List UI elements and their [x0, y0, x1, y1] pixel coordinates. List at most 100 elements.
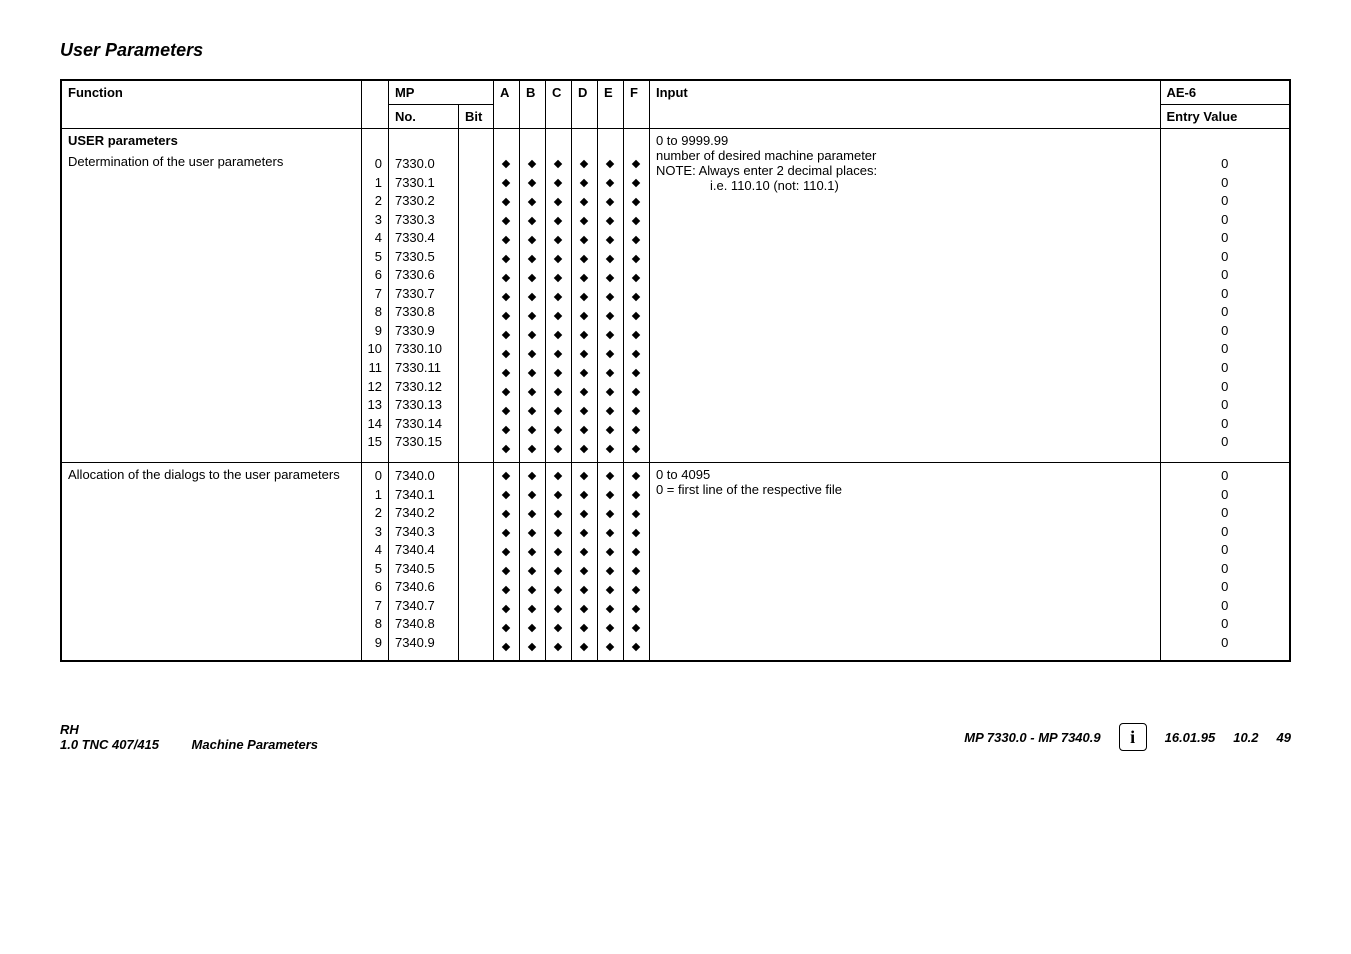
list-item: 0 — [1221, 597, 1228, 615]
diamond-icon — [580, 388, 588, 396]
table-row: Allocation of the dialogs to the user pa… — [61, 463, 1290, 662]
list-item: 7330.1 — [395, 174, 452, 192]
list-item: 9 — [368, 322, 382, 340]
diamond-icon — [632, 388, 640, 396]
diamond-icon — [606, 369, 614, 377]
diamond-icon — [528, 293, 536, 301]
diamond-icon — [554, 567, 562, 575]
diamond-icon — [606, 445, 614, 453]
diamond-icon — [502, 236, 510, 244]
diamond-icon — [554, 179, 562, 187]
diamond-icon — [502, 217, 510, 225]
list-item: 5 — [368, 248, 382, 266]
list-item: 0 — [1221, 359, 1228, 377]
diamond-icon — [528, 529, 536, 537]
diamond-icon — [632, 586, 640, 594]
th-c: C — [545, 80, 571, 129]
th-function: Function — [61, 80, 361, 129]
diamond-icon — [502, 510, 510, 518]
diamond-icon — [606, 331, 614, 339]
diamond-icon — [554, 369, 562, 377]
info-icon: i — [1119, 723, 1147, 751]
list-item: 7330.5 — [395, 248, 452, 266]
diamond-icon — [554, 548, 562, 556]
diamond-icon — [528, 445, 536, 453]
list-item: 0 — [1221, 578, 1228, 596]
diamond-icon — [528, 179, 536, 187]
list-item: 7330.9 — [395, 322, 452, 340]
th-mp: MP — [388, 80, 493, 105]
diamond-icon — [502, 643, 510, 651]
diamond-icon — [580, 624, 588, 632]
list-item: 1 — [368, 486, 382, 504]
diamond-icon — [502, 198, 510, 206]
list-item: 6 — [368, 578, 382, 596]
footer-mp-range: MP 7330.0 - MP 7340.9 — [964, 730, 1100, 745]
diamond-icon — [502, 388, 510, 396]
diamond-icon — [502, 426, 510, 434]
diamond-icon — [632, 624, 640, 632]
diamond-icon — [606, 236, 614, 244]
diamond-icon — [502, 605, 510, 613]
diamond-icon — [632, 274, 640, 282]
diamond-icon — [528, 643, 536, 651]
diamond-icon — [606, 510, 614, 518]
diamond-icon — [580, 369, 588, 377]
list-item: 0 — [1221, 523, 1228, 541]
diamond-icon — [606, 624, 614, 632]
diamond-icon — [580, 198, 588, 206]
diamond-icon — [606, 198, 614, 206]
diamond-icon — [554, 529, 562, 537]
diamond-icon — [580, 548, 588, 556]
list-item: 0 — [1221, 615, 1228, 633]
list-item: 7340.5 — [395, 560, 452, 578]
list-item: 3 — [368, 211, 382, 229]
diamond-icon — [606, 548, 614, 556]
diamond-icon — [580, 567, 588, 575]
list-item: 7 — [368, 285, 382, 303]
list-item: 8 — [368, 303, 382, 321]
list-item: 7330.8 — [395, 303, 452, 321]
th-entry-value: Entry Value — [1160, 105, 1290, 129]
diamond-icon — [502, 624, 510, 632]
diamond-icon — [606, 179, 614, 187]
list-item: 6 — [368, 266, 382, 284]
input-text: 0 to 9999.99 — [656, 133, 1154, 148]
diamond-icon — [580, 445, 588, 453]
list-item: 7340.9 — [395, 634, 452, 652]
page-footer: RH 1.0 TNC 407/415 Machine Parameters MP… — [60, 722, 1291, 752]
diamond-icon — [502, 179, 510, 187]
diamond-icon — [606, 529, 614, 537]
diamond-icon — [502, 350, 510, 358]
list-item: 0 — [1221, 541, 1228, 559]
list-item: 7330.7 — [395, 285, 452, 303]
list-item: 7330.11 — [395, 359, 452, 377]
diamond-icon — [632, 217, 640, 225]
diamond-icon — [580, 529, 588, 537]
diamond-icon — [580, 179, 588, 187]
diamond-icon — [502, 548, 510, 556]
diamond-icon — [606, 160, 614, 168]
diamond-icon — [632, 491, 640, 499]
th-f: F — [623, 80, 649, 129]
input-text: i.e. 110.10 (not: 110.1) — [656, 178, 1154, 193]
diamond-icon — [554, 624, 562, 632]
function-label: Allocation of the dialogs to the user pa… — [68, 467, 355, 482]
diamond-icon — [580, 312, 588, 320]
diamond-icon — [528, 274, 536, 282]
diamond-icon — [528, 198, 536, 206]
diamond-icon — [580, 605, 588, 613]
list-item: 0 — [1221, 634, 1228, 652]
list-item: 0 — [1221, 433, 1228, 451]
diamond-icon — [554, 407, 562, 415]
list-item: 0 — [1221, 248, 1228, 266]
diamond-icon — [632, 293, 640, 301]
diamond-icon — [632, 510, 640, 518]
list-item: 0 — [1221, 467, 1228, 485]
list-item: 7340.0 — [395, 467, 452, 485]
list-item: 0 — [1221, 560, 1228, 578]
diamond-icon — [528, 491, 536, 499]
diamond-icon — [632, 160, 640, 168]
list-item: 7340.1 — [395, 486, 452, 504]
list-item: 7330.2 — [395, 192, 452, 210]
